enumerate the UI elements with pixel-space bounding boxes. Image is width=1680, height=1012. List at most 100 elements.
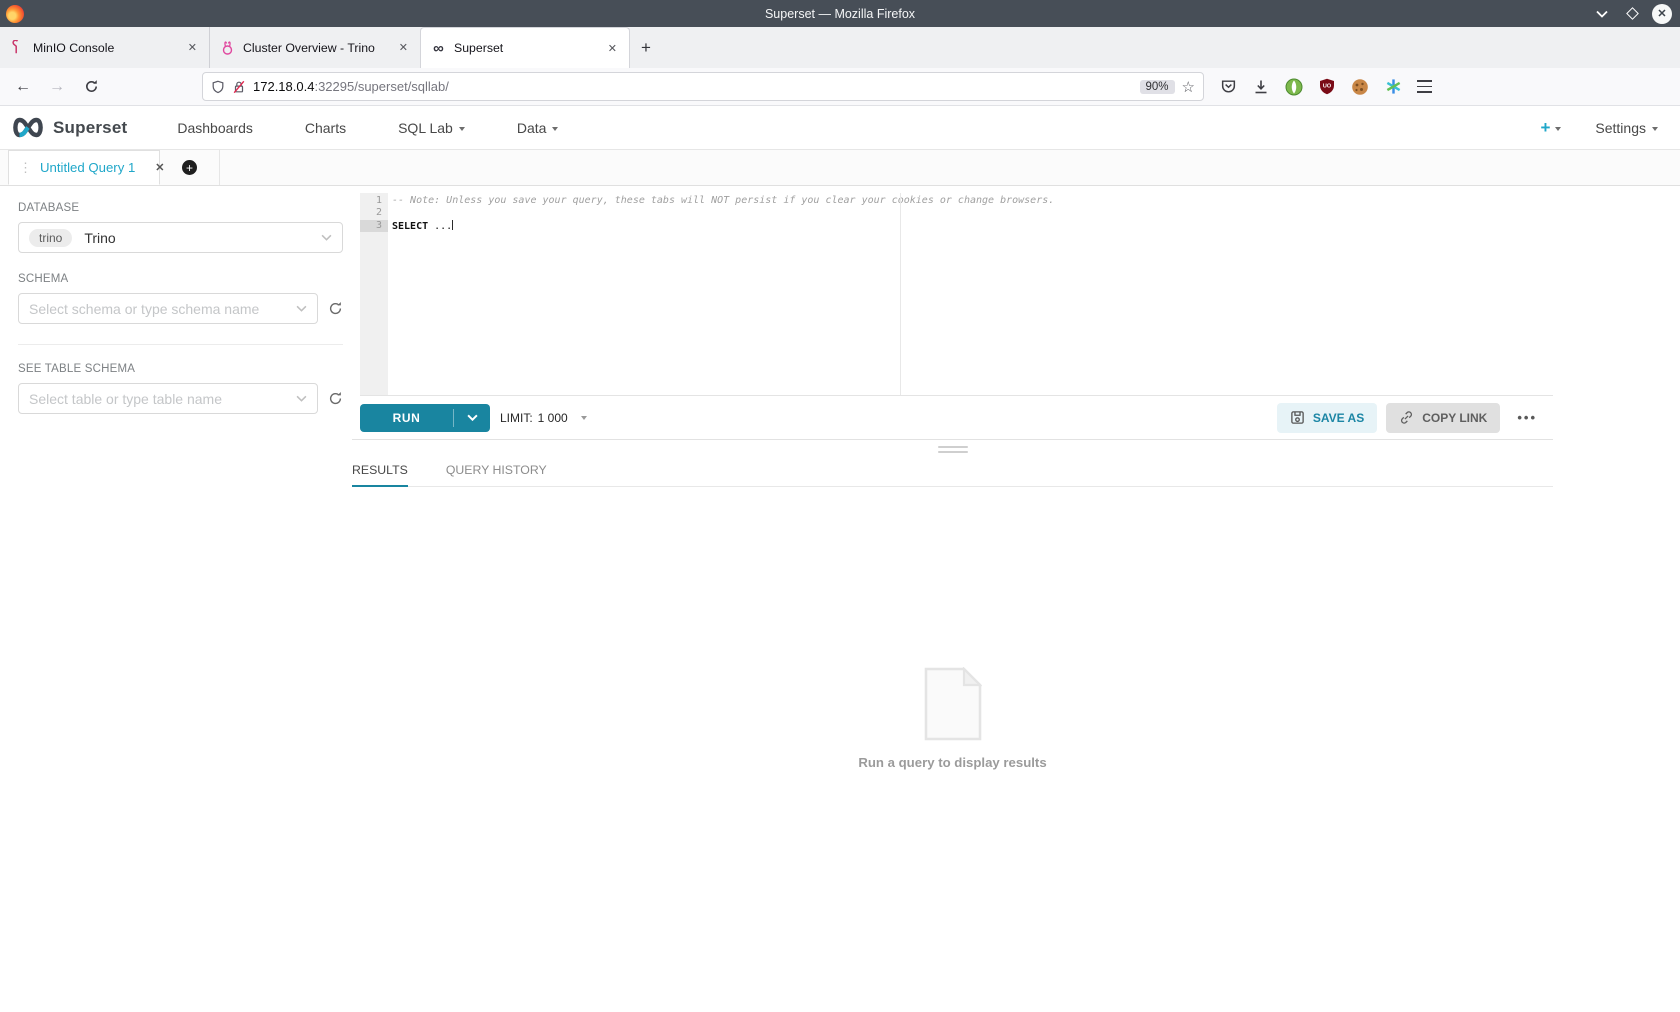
- titlebar: Superset — Mozilla Firefox ✕: [0, 0, 1680, 27]
- download-icon[interactable]: [1251, 77, 1271, 97]
- nav-label: Data: [516, 119, 547, 136]
- app-nav-items: Dashboards Charts SQL Lab Data: [151, 120, 584, 136]
- cookie-extension-icon[interactable]: [1350, 77, 1370, 97]
- code-line-comment: -- Note: Unless you save your query, the…: [392, 195, 1055, 206]
- schema-placeholder: Select schema or type schema name: [29, 300, 260, 317]
- chevron-down-icon: [580, 415, 587, 420]
- code-line-select: SELECT ...: [392, 219, 1553, 232]
- settings-menu[interactable]: Settings: [1595, 120, 1658, 136]
- refresh-schemas-button[interactable]: [328, 301, 343, 316]
- minimize-button[interactable]: [1592, 4, 1612, 24]
- database-select[interactable]: trino Trino: [18, 222, 343, 253]
- copy-link-button[interactable]: COPY LINK: [1386, 402, 1501, 433]
- url-bar[interactable]: 172.18.0.4:32295/superset/sqllab/ 90% ☆: [202, 72, 1204, 101]
- nav-item-charts[interactable]: Charts: [305, 120, 372, 136]
- browser-tab-title: Cluster Overview - Trino: [243, 40, 375, 55]
- forward-button[interactable]: →: [42, 73, 72, 101]
- run-button[interactable]: RUN: [360, 403, 490, 432]
- tab-close-icon[interactable]: ✕: [185, 41, 200, 54]
- plus-icon: +: [1540, 118, 1551, 137]
- bookmark-star-icon[interactable]: ☆: [1182, 78, 1195, 96]
- browser-tab-trino[interactable]: Cluster Overview - Trino ✕: [210, 27, 420, 68]
- chevron-down-icon: [458, 126, 465, 131]
- pane-resize-handle[interactable]: [937, 446, 968, 453]
- new-tab-button[interactable]: +: [630, 27, 662, 68]
- close-button[interactable]: ✕: [1652, 3, 1672, 24]
- table-select[interactable]: Select table or type table name: [18, 383, 318, 414]
- menu-button[interactable]: [1417, 80, 1432, 93]
- trino-favicon-icon: [219, 40, 235, 56]
- query-tab-untitled-1[interactable]: ⋮ Untitled Query 1 ✕: [8, 150, 165, 185]
- tab-close-icon[interactable]: ✕: [396, 41, 411, 54]
- browser-tab-minio[interactable]: MinIO Console ✕: [0, 27, 210, 68]
- url-text[interactable]: 172.18.0.4:32295/superset/sqllab/: [253, 79, 1133, 94]
- more-options-button[interactable]: •••: [1509, 410, 1545, 425]
- nav-item-sql-lab[interactable]: SQL Lab: [398, 120, 491, 136]
- results-empty-state: Run a query to display results: [352, 666, 1553, 770]
- browser-toolbar: ← → 172.18.0.4:32295/superset/sqllab/ 90…: [0, 68, 1680, 106]
- sql-toolbar: RUN LIMIT: 1 000 SAVE AS COPY LINK •••: [352, 396, 1553, 440]
- pocket-icon[interactable]: [1218, 77, 1238, 97]
- tab-query-history[interactable]: QUERY HISTORY: [446, 455, 547, 486]
- run-label[interactable]: RUN: [360, 404, 453, 432]
- query-tab-title: Untitled Query 1: [40, 160, 136, 175]
- maximize-icon: [1625, 7, 1639, 20]
- add-query-tab-button[interactable]: +: [160, 150, 220, 185]
- insecure-lock-icon[interactable]: [232, 79, 246, 95]
- line-number: 3: [360, 219, 388, 232]
- add-new-button[interactable]: +: [1540, 118, 1562, 137]
- chevron-down-icon: [1652, 126, 1658, 131]
- ublock-icon[interactable]: UO: [1317, 77, 1337, 97]
- tab-close-icon[interactable]: ✕: [605, 42, 620, 55]
- schema-label: SCHEMA: [18, 273, 69, 285]
- limit-dropdown[interactable]: LIMIT: 1 000: [500, 411, 587, 425]
- sqllab-main: DATABASE trino Trino SCHEMA Select schem…: [0, 186, 1680, 1012]
- superset-logo-icon: [10, 116, 46, 139]
- asterisk-extension-icon[interactable]: [1383, 77, 1403, 97]
- empty-state-message: Run a query to display results: [858, 754, 1047, 770]
- back-button[interactable]: ←: [8, 73, 38, 101]
- limit-label: LIMIT:: [500, 410, 533, 425]
- editor-gutter: 1 2 3: [360, 193, 388, 395]
- shield-icon[interactable]: [211, 79, 225, 95]
- link-icon: [1399, 410, 1414, 425]
- plus-circle-icon: +: [182, 160, 197, 175]
- tab-results[interactable]: RESULTS: [352, 455, 408, 487]
- sidebar-divider: [18, 344, 343, 345]
- chevron-down-icon: [321, 234, 332, 241]
- drag-grip-icon[interactable]: ⋮: [19, 161, 32, 174]
- nav-label: SQL Lab: [398, 119, 453, 136]
- browser-tab-title: MinIO Console: [33, 40, 115, 55]
- zoom-level-badge[interactable]: 90%: [1139, 79, 1175, 94]
- refresh-tables-button[interactable]: [328, 391, 343, 406]
- table-placeholder: Select table or type table name: [29, 390, 223, 407]
- extension-icons: UO: [1218, 77, 1403, 97]
- firefox-window: Superset — Mozilla Firefox ✕ MinIO Conso…: [0, 0, 1680, 1012]
- privacy-extension-icon[interactable]: [1284, 77, 1304, 97]
- run-options-button[interactable]: [454, 404, 490, 432]
- editor-code-area[interactable]: -- Note: Unless you save your query, the…: [388, 193, 1553, 395]
- superset-favicon-icon: ∞: [433, 39, 444, 57]
- save-as-label: SAVE AS: [1312, 410, 1365, 425]
- nav-item-data[interactable]: Data: [517, 120, 585, 136]
- query-tab-close-icon[interactable]: ✕: [155, 161, 164, 174]
- superset-brand[interactable]: Superset: [10, 116, 127, 139]
- database-value: Trino: [84, 229, 116, 246]
- nav-label: Charts: [304, 119, 347, 136]
- print-margin-line: [900, 193, 901, 395]
- window-title: Superset — Mozilla Firefox: [764, 6, 916, 21]
- nav-item-dashboards[interactable]: Dashboards: [177, 120, 279, 136]
- schema-select[interactable]: Select schema or type schema name: [18, 293, 318, 324]
- nav-label: Dashboards: [177, 119, 253, 136]
- sql-text: ...: [428, 220, 453, 232]
- chevron-down-icon: [1555, 126, 1562, 131]
- maximize-button[interactable]: [1622, 4, 1642, 24]
- sql-editor[interactable]: 1 2 3 -- Note: Unless you save your quer…: [360, 193, 1553, 396]
- sql-keyword: SELECT: [392, 220, 429, 232]
- reload-button[interactable]: [76, 73, 106, 101]
- save-as-button[interactable]: SAVE AS: [1276, 402, 1378, 433]
- svg-text:UO: UO: [1323, 84, 1332, 90]
- database-label: DATABASE: [18, 202, 80, 214]
- browser-tab-superset[interactable]: ∞ Superset ✕: [420, 27, 630, 68]
